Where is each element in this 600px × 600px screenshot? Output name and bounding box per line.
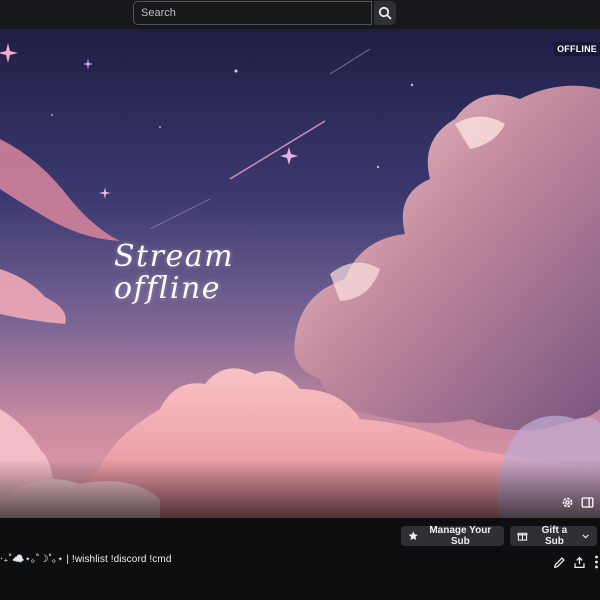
theatre-mode-icon — [581, 496, 593, 508]
top-nav-bar — [0, 0, 600, 28]
gear-icon — [562, 497, 572, 507]
gift-sub-label: Gift a Sub — [541, 525, 568, 547]
share-button[interactable] — [572, 555, 586, 569]
offline-message-line-2: offline — [114, 271, 222, 306]
offline-status-badge: OFFLINE — [554, 42, 600, 56]
search-icon — [378, 6, 392, 20]
share-icon — [573, 556, 585, 568]
edit-button[interactable] — [552, 555, 566, 569]
theatre-mode-button[interactable] — [580, 495, 594, 509]
offline-banner-image — [0, 29, 600, 518]
video-player[interactable]: OFFLINE Stream offline — [0, 29, 600, 518]
player-settings-button[interactable] — [560, 495, 574, 509]
stream-offline-message: Stream offline — [114, 241, 294, 305]
pencil-icon — [553, 556, 565, 568]
manage-sub-label: Manage Your Sub — [429, 525, 492, 547]
channel-info-bar: Manage Your Sub Gift a Sub ‧₊˚☁️⋆｡˚☽˚｡⋆ … — [0, 518, 600, 600]
manage-sub-button[interactable]: Manage Your Sub — [401, 525, 504, 547]
offline-message-line-1: Stream — [114, 239, 235, 274]
search-box — [133, 1, 396, 25]
more-vertical-icon — [595, 555, 598, 569]
search-input[interactable] — [133, 1, 372, 25]
search-button[interactable] — [374, 1, 396, 25]
more-options-button[interactable] — [593, 555, 600, 569]
stream-title: ‧₊˚☁️⋆｡˚☽˚｡⋆ | !wishlist !discord !cmd — [0, 554, 172, 565]
gift-sub-button[interactable]: Gift a Sub — [510, 525, 597, 547]
gift-icon — [517, 532, 528, 541]
star-icon — [408, 531, 418, 541]
chevron-down-icon — [582, 534, 589, 539]
